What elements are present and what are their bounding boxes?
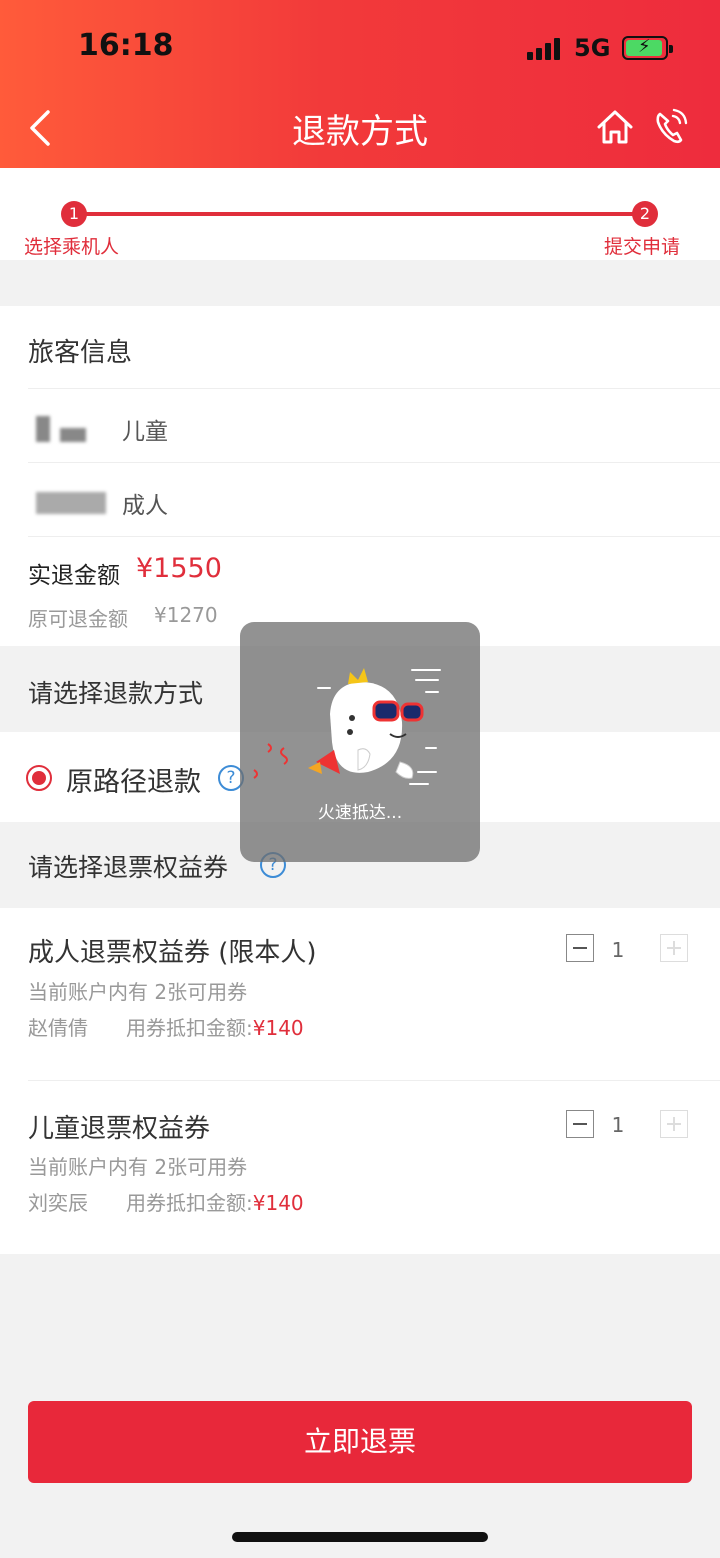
divider (28, 388, 720, 389)
coupon-name: 成人退票权益券 (限本人) (28, 938, 317, 968)
header-bar: 16:18 5G ⚡ 退款方式 (0, 0, 720, 168)
loading-text: 火速抵达... (317, 803, 403, 823)
coupon-deduct: 用券抵扣金额:¥140 (126, 1012, 304, 1041)
coupon-deduct-label: 用券抵扣金额: (126, 1016, 253, 1040)
coupon-availability: 当前账户内有 2张可用券 (28, 980, 248, 1004)
redacted-name (36, 492, 106, 514)
refund-submit-button[interactable]: 立即退票 (28, 1401, 692, 1483)
coupon-deduct-label: 用券抵扣金额: (126, 1191, 253, 1215)
quantity-minus-button[interactable] (566, 934, 594, 962)
quantity-value: 1 (611, 938, 625, 962)
original-amount-value: ¥1270 (154, 603, 218, 627)
divider (28, 462, 720, 463)
network-type: 5G (574, 34, 611, 62)
quantity-value: 1 (611, 1113, 625, 1137)
coupon-deduct: 用券抵扣金额:¥140 (126, 1187, 304, 1216)
loading-overlay: 火速抵达... (240, 622, 480, 862)
passenger-type: 成人 (122, 493, 168, 519)
step-1-label: 选择乘机人 (24, 236, 120, 258)
coupon-person: 刘奕辰 (28, 1191, 88, 1215)
divider (28, 1080, 720, 1081)
step-2-dot: 2 (632, 201, 658, 227)
step-2-label: 提交申请 (604, 236, 681, 258)
quantity-minus-button[interactable] (566, 1110, 594, 1138)
battery-icon: ⚡ (622, 36, 673, 60)
coupon-name: 儿童退票权益券 (28, 1114, 211, 1144)
coupon-list: 成人退票权益券 (限本人) 当前账户内有 2张可用券 赵倩倩 用券抵扣金额:¥1… (0, 908, 720, 1254)
coupon-availability: 当前账户内有 2张可用券 (28, 1155, 248, 1179)
original-amount-label: 原可退金额 (28, 607, 128, 631)
quantity-plus-button[interactable] (660, 1110, 688, 1138)
coupon-deduct-value: ¥140 (252, 1016, 304, 1040)
passenger-info-card: 旅客信息 儿童 成人 (0, 306, 720, 646)
refund-amount-value: ¥1550 (136, 553, 222, 584)
redacted-name (36, 416, 50, 442)
refund-method-radio[interactable] (26, 765, 52, 791)
home-button[interactable] (596, 108, 634, 146)
divider (28, 536, 720, 537)
airplane-mascot-icon (253, 668, 441, 785)
home-icon (597, 110, 633, 144)
signal-icon (527, 36, 563, 60)
redacted-name (60, 428, 86, 442)
refund-method-title: 请选择退款方式 (28, 679, 204, 708)
progress-steps: 1 2 选择乘机人 提交申请 (0, 168, 720, 260)
step-1-dot: 1 (61, 201, 87, 227)
passenger-info-title: 旅客信息 (28, 338, 133, 368)
refund-method-option[interactable]: 原路径退款 (66, 760, 201, 799)
home-indicator (232, 1532, 488, 1542)
refund-amount-label: 实退金额 (28, 563, 120, 589)
progress-line (74, 212, 646, 216)
coupon-person: 赵倩倩 (28, 1016, 88, 1040)
coupon-deduct-value: ¥140 (252, 1191, 304, 1215)
quantity-plus-button[interactable] (660, 934, 688, 962)
passenger-type: 儿童 (122, 419, 168, 445)
phone-button[interactable] (654, 108, 688, 146)
phone-icon (656, 108, 688, 144)
status-time: 16:18 (78, 28, 174, 63)
coupon-section-title: 请选择退票权益券 (28, 853, 229, 882)
